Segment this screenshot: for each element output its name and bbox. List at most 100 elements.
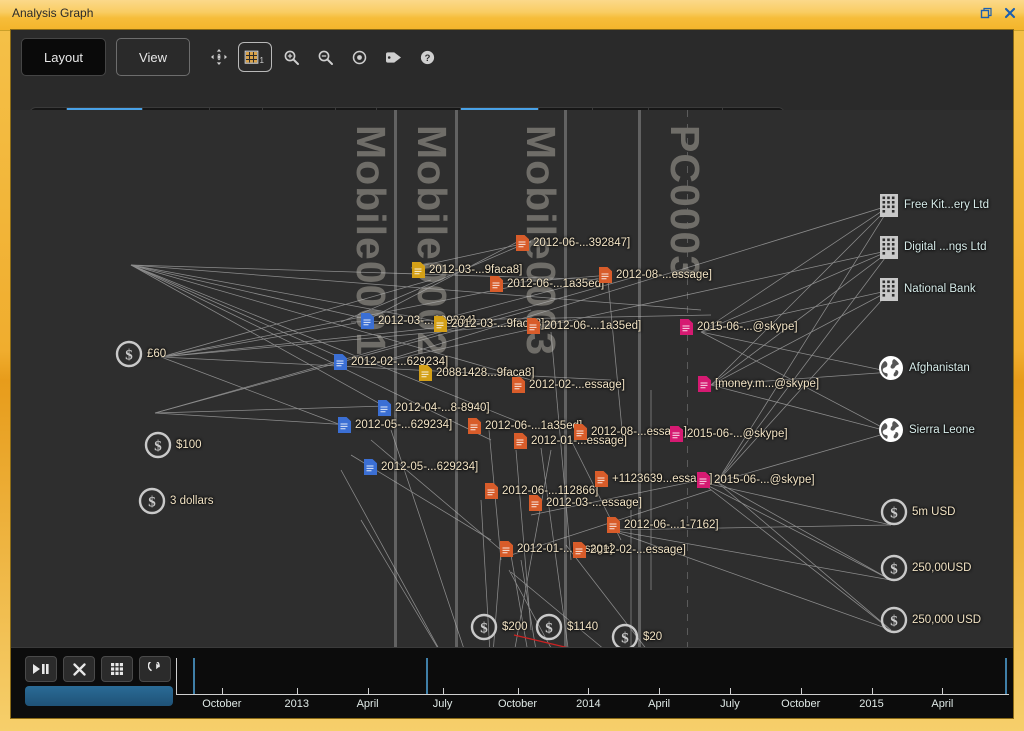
- money-icon: $: [535, 613, 563, 641]
- node-organisation[interactable]: Digital ...ngs Ltd: [878, 234, 986, 260]
- pan-move-icon[interactable]: [204, 42, 234, 72]
- node-document[interactable]: 2012-06-...1a35ed]: [490, 276, 604, 292]
- node-document[interactable]: 2012-06-...1a35ed]: [527, 318, 641, 334]
- grid-layout-1-icon[interactable]: 1: [238, 42, 272, 72]
- zoom-out-icon[interactable]: [310, 42, 340, 72]
- document-icon-blue: [361, 313, 374, 329]
- svg-text:$: $: [480, 621, 488, 637]
- document-icon-blue: [338, 417, 351, 433]
- document-icon-orange: [500, 541, 513, 557]
- timeline-axis-start: [176, 658, 177, 694]
- layout-button[interactable]: Layout: [21, 38, 107, 76]
- view-button[interactable]: View: [116, 38, 190, 76]
- building-icon: [878, 192, 900, 218]
- grid-button[interactable]: [101, 656, 133, 682]
- restore-icon[interactable]: [978, 5, 994, 21]
- node-document[interactable]: 2012-05-...629234]: [338, 417, 452, 433]
- timeline-axis[interactable]: October 2013 April July October 2014 Apr…: [176, 654, 1009, 714]
- node-label: 5m USD: [912, 506, 956, 518]
- node-document[interactable]: 2012-06-...392847]: [516, 235, 630, 251]
- target-icon[interactable]: [344, 42, 374, 72]
- timeline-tick-label: October: [781, 698, 821, 710]
- node-country[interactable]: Afghanistan: [877, 354, 970, 382]
- node-country[interactable]: Sierra Leone: [877, 416, 975, 444]
- svg-text:$: $: [621, 631, 629, 647]
- node-document[interactable]: +1123639...essage]: [595, 471, 713, 487]
- timeline-tick-label: 2014: [576, 698, 601, 710]
- document-icon-yellow: [434, 316, 447, 332]
- timeline-tick: [800, 688, 802, 695]
- document-icon-pink: [680, 319, 693, 335]
- node-document[interactable]: [money.m...@skype]: [698, 376, 819, 392]
- node-document[interactable]: 2015-06-...@skype]: [697, 472, 815, 488]
- timeline-axis-line: [176, 694, 1009, 695]
- export-button[interactable]: [139, 656, 171, 682]
- clear-button[interactable]: [63, 656, 95, 682]
- node-money[interactable]: $ 250,00USD: [880, 554, 971, 582]
- money-icon: $: [144, 431, 172, 459]
- money-icon: $: [880, 554, 908, 582]
- close-icon[interactable]: [1002, 5, 1018, 21]
- node-organisation[interactable]: National Bank: [878, 276, 976, 302]
- timeline-tick-label: 2015: [859, 698, 884, 710]
- node-document[interactable]: 2012-03-...essage]: [529, 495, 642, 511]
- node-money[interactable]: $ 3 dollars: [138, 487, 213, 515]
- play-pause-button[interactable]: [25, 656, 57, 682]
- node-money[interactable]: $ 250,000 USD: [880, 606, 981, 634]
- toolbar-primary-row: Layout View 1 ?: [21, 38, 442, 76]
- document-icon-orange: [527, 318, 540, 334]
- svg-text:$: $: [154, 439, 162, 455]
- node-money[interactable]: $ $200: [470, 613, 528, 641]
- node-document[interactable]: 2012-05-...629234]: [364, 459, 478, 475]
- timeline-range-slider[interactable]: [25, 686, 173, 706]
- svg-text:1: 1: [260, 56, 265, 65]
- graph-canvas[interactable]: Mobile0001 Mobile0002 Mobile0003 PC0003: [11, 110, 1013, 688]
- node-label: $1140: [567, 621, 599, 633]
- node-organisation[interactable]: Free Kit...ery Ltd: [878, 192, 989, 218]
- svg-text:$: $: [890, 614, 898, 630]
- document-icon-orange: [529, 495, 542, 511]
- timeline-tick: [729, 688, 731, 695]
- tag-icon[interactable]: [378, 42, 408, 72]
- document-icon-orange: [514, 433, 527, 449]
- document-icon-pink: [670, 426, 683, 442]
- document-icon-orange: [490, 276, 503, 292]
- document-icon-orange: [599, 267, 612, 283]
- money-icon: $: [138, 487, 166, 515]
- node-document[interactable]: 2012-02-...essage]: [512, 377, 625, 393]
- timeline-tick: [517, 688, 519, 695]
- zoom-in-icon[interactable]: [276, 42, 306, 72]
- node-label: 250,000 USD: [912, 614, 982, 626]
- node-document[interactable]: 2015-06-...@skype]: [680, 319, 798, 335]
- svg-text:$: $: [545, 621, 553, 637]
- node-money[interactable]: $ 5m USD: [880, 498, 955, 526]
- node-document[interactable]: 2012-04-...8-8940]: [378, 400, 490, 416]
- node-money[interactable]: $ £60: [115, 340, 166, 368]
- node-label: Digital ...ngs Ltd: [904, 241, 987, 253]
- timeline-tick: [296, 688, 298, 695]
- document-icon-orange: [595, 471, 608, 487]
- document-icon-blue: [364, 459, 377, 475]
- node-document[interactable]: 2012-06-...1a35ed]: [468, 418, 582, 434]
- timeline-tick: [367, 688, 369, 695]
- graph-edges: [130, 204, 892, 686]
- node-document[interactable]: 2015-06-...@skype]: [670, 426, 788, 442]
- node-label: 2015-06-...@skype]: [697, 321, 798, 333]
- node-money[interactable]: $ $1140: [535, 613, 598, 641]
- toolbar: Layout View 1 ?: [11, 30, 1013, 145]
- node-label: 2012-02-...essage]: [529, 379, 625, 391]
- node-label: $100: [176, 439, 202, 451]
- timeline-tick-label: July: [432, 698, 453, 710]
- node-label: 3 dollars: [170, 495, 214, 507]
- node-document[interactable]: 2012-02-...essage]: [573, 542, 686, 558]
- node-label: 2012-06-...1a35ed]: [544, 320, 642, 332]
- node-label: $20: [643, 631, 663, 643]
- help-icon[interactable]: ?: [412, 42, 442, 72]
- node-document[interactable]: 2012-06-...1-7162]: [607, 517, 719, 533]
- node-money[interactable]: $ $100: [144, 431, 202, 459]
- document-icon-orange: [516, 235, 529, 251]
- svg-text:$: $: [148, 495, 156, 511]
- document-icon-orange: [607, 517, 620, 533]
- node-document[interactable]: 2012-08-...essage]: [599, 267, 712, 283]
- timeline-tick: [442, 688, 444, 695]
